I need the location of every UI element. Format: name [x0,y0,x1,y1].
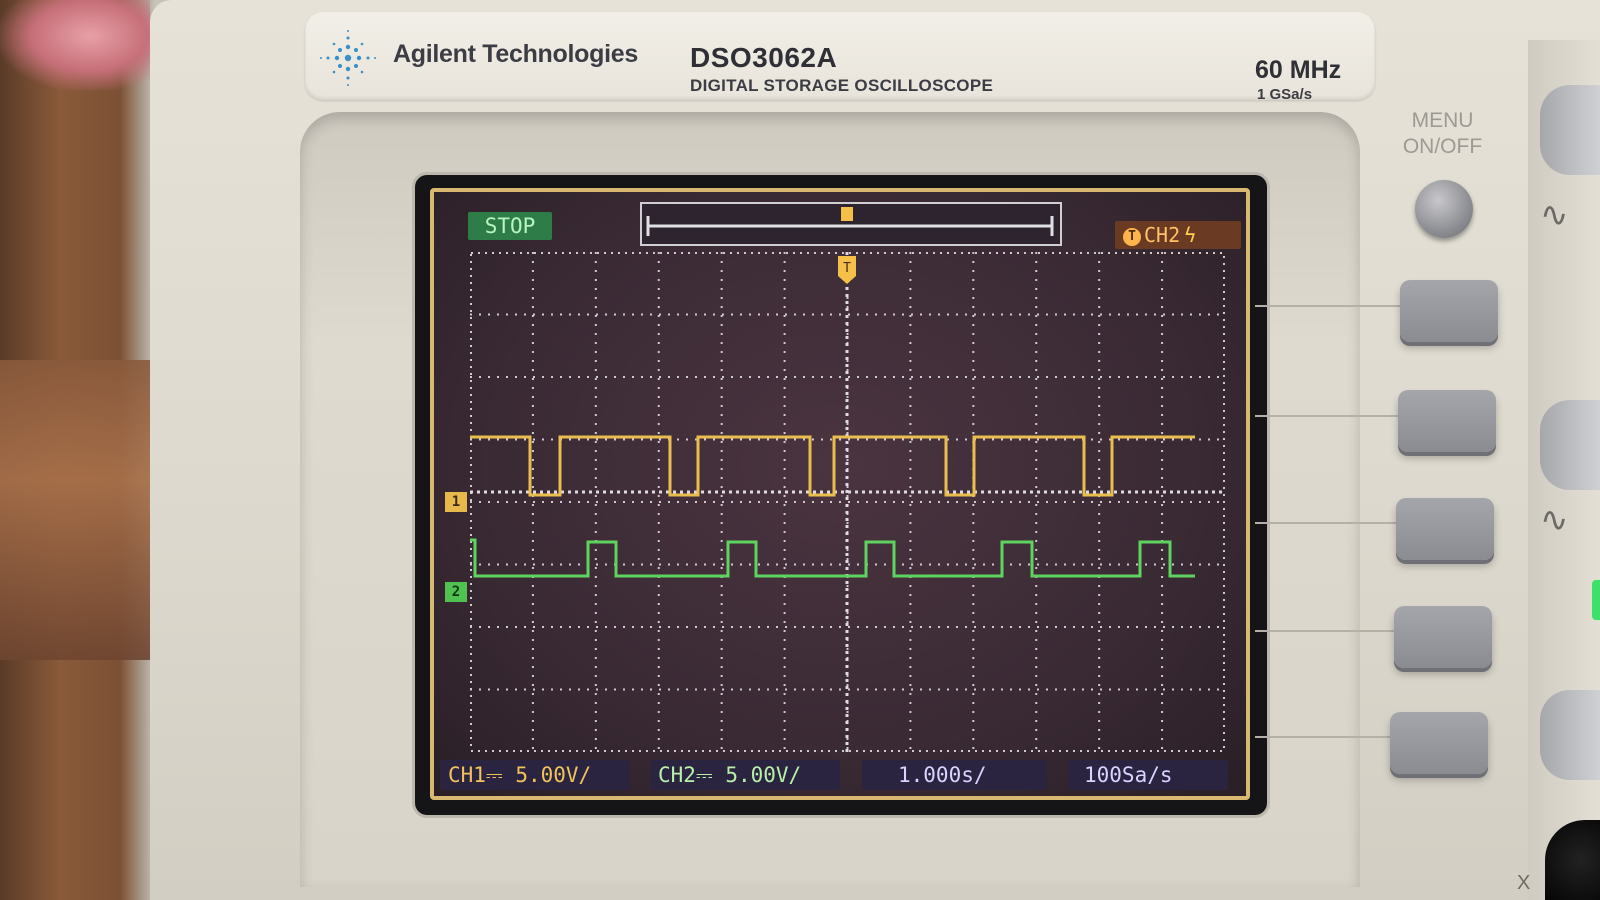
background-shelf [0,360,150,660]
time-scale-readout: 1.000s/ [862,760,1047,790]
trigger-t-icon: T [1123,227,1141,246]
brand-name: Agilent Technologies [393,40,638,68]
menu-label-line2: ON/OFF [1402,135,1483,158]
control-knob[interactable] [1540,400,1600,490]
edge-trigger-bolt-icon: ϟ [1184,223,1197,247]
softkey-divider [1255,305,1400,307]
memory-bar-graphic [646,207,1054,236]
softkey-divider [1255,736,1390,738]
sine-wave-icon: ∿ [1540,195,1569,235]
control-knob[interactable] [1540,690,1600,780]
trigger-source-badge: T CH2 ϟ [1115,221,1241,249]
ch2-waveform [470,538,1195,578]
softkey-2-button[interactable] [1398,390,1496,452]
sine-wave-icon: ∿ [1540,500,1569,540]
background-object [0,0,150,90]
waveform-grid: T [470,252,1225,752]
trigger-position-marker [841,207,853,221]
ch1-waveform [470,435,1195,497]
softkey-3-button[interactable] [1396,498,1494,560]
bandwidth-label: 60 MHz [1255,56,1342,84]
ch1-ground-marker: 1 [445,492,467,512]
trigger-marker-text: T [843,261,851,276]
softkey-divider [1255,522,1396,524]
softkey-4-button[interactable] [1394,606,1492,668]
softkey-divider [1255,630,1394,632]
trigger-source-label: CH2 [1144,223,1181,247]
green-indicator-light [1592,580,1600,620]
menu-on-off-button[interactable] [1415,180,1473,238]
memory-time-bar [640,202,1062,246]
menu-label-line1: MENU [1411,109,1474,132]
ch2-scale-readout: CH2⎓ 5.00V/ [650,760,840,790]
control-knob[interactable] [1540,85,1600,175]
model-description: DIGITAL STORAGE OSCILLOSCOPE [690,76,994,95]
softkey-divider [1255,415,1398,417]
run-state-badge: STOP [468,212,552,240]
softkey-5-button[interactable] [1390,712,1488,774]
ch2-ground-marker: 2 [445,582,467,602]
sample-rate-readout: 100Sa/s [1068,760,1228,790]
max-sample-rate-label: 1 GSa/s [1257,86,1313,103]
model-name: DSO3062A [690,42,838,73]
x-input-label: X [1517,872,1531,894]
agilent-spark-logo-icon [320,30,376,86]
softkey-1-button[interactable] [1400,280,1498,342]
ch1-scale-readout: CH1⎓ 5.00V/ [440,760,630,790]
trigger-t-icon: T [838,256,856,284]
menu-on-off-label: MENU ON/OFF [1395,108,1490,160]
